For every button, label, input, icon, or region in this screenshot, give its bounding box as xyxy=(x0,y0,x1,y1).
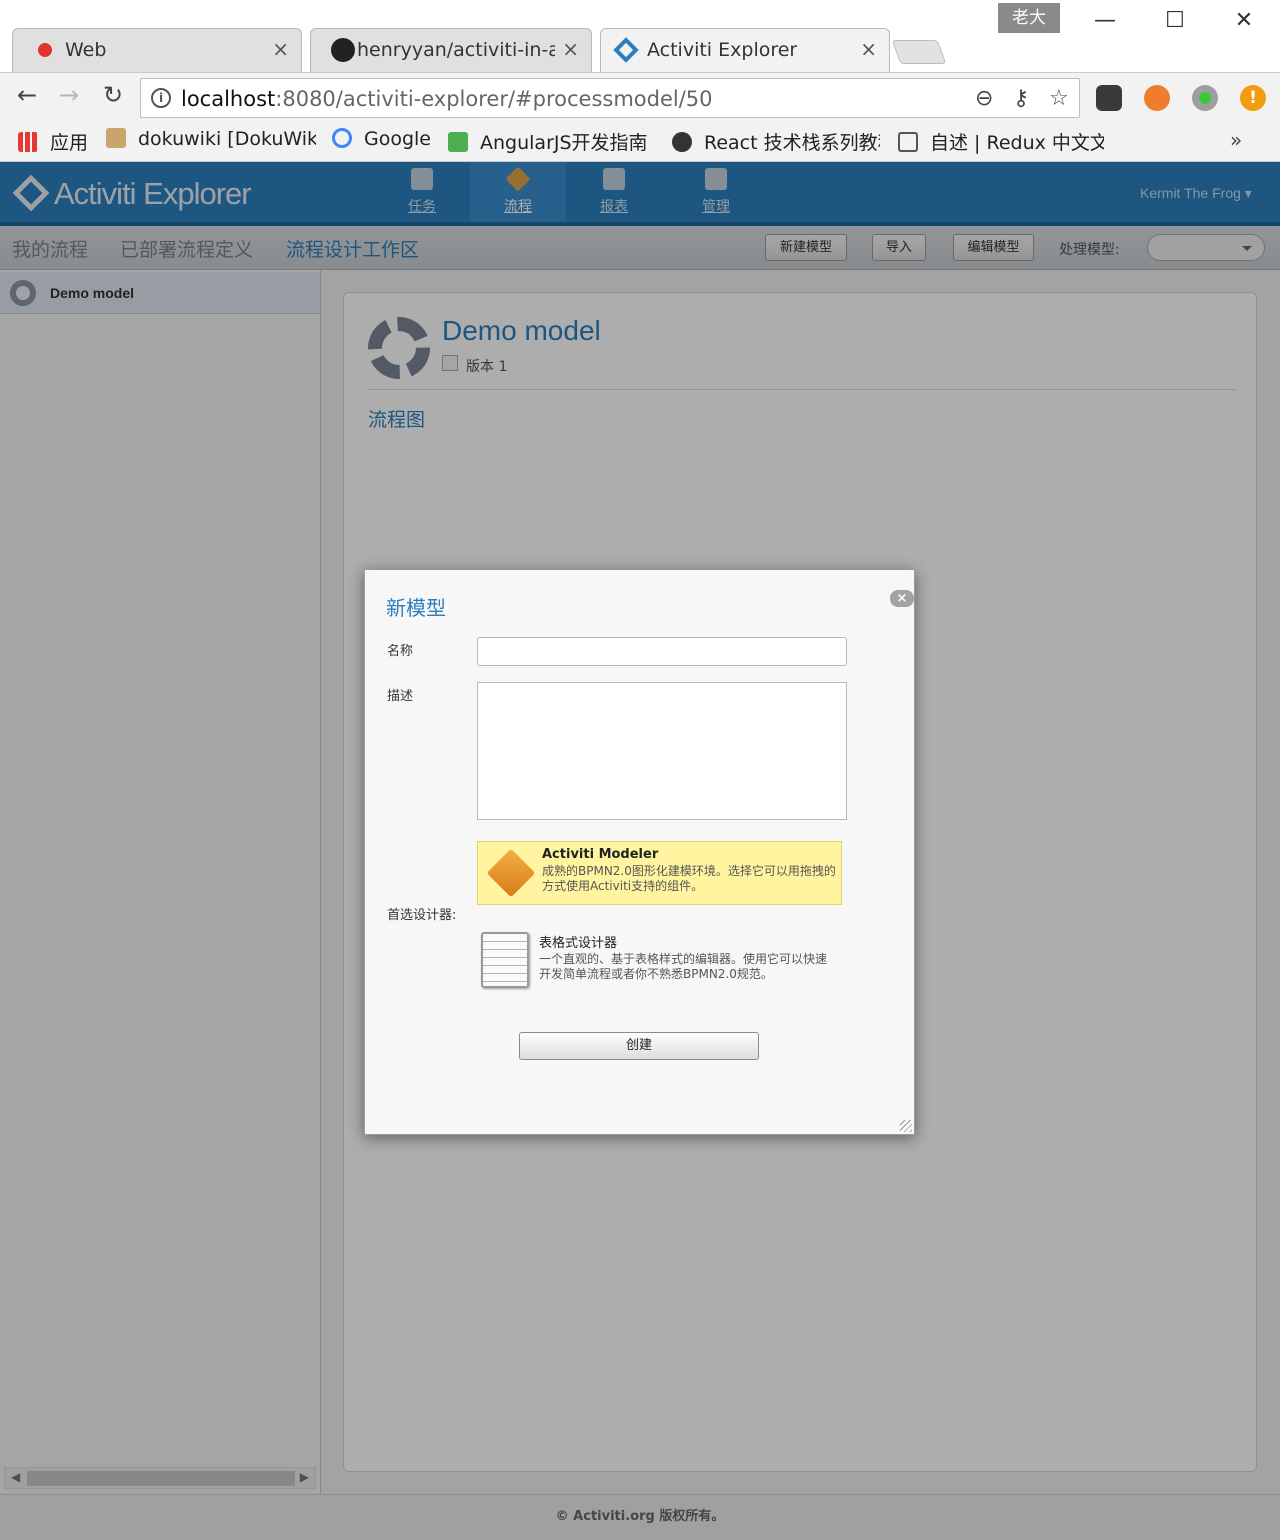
bookmark-label: 应用 xyxy=(50,132,89,154)
window-close-icon[interactable]: ✕ xyxy=(1224,8,1264,33)
bookmark-label: AngularJS开发指南 ᴾ xyxy=(480,132,654,154)
title-bar: Web × henryyan/activiti-in-act × Activit… xyxy=(0,0,1280,72)
more-bookmarks-button[interactable]: » xyxy=(1230,128,1242,152)
bookmark-label: React 技术栈系列教程 xyxy=(704,132,880,154)
bookmark-apps[interactable]: 应用 xyxy=(18,128,88,155)
browser-toolbar: ← → ↻ i localhost:8080/activiti-explorer… xyxy=(0,72,1280,122)
maximize-icon[interactable]: ☐ xyxy=(1155,8,1195,33)
address-bar[interactable]: i localhost:8080/activiti-explorer/#proc… xyxy=(140,78,1080,118)
book-icon xyxy=(898,132,918,152)
back-arrow-icon[interactable]: ← xyxy=(10,81,44,109)
close-icon[interactable]: × xyxy=(272,37,289,61)
forward-arrow-icon[interactable]: → xyxy=(52,81,86,109)
bookmark-dokuwiki[interactable]: dokuwiki [DokuWik xyxy=(106,128,316,150)
url-host: localhost xyxy=(181,87,276,111)
status-extension-icon[interactable] xyxy=(1192,85,1218,111)
option-title: 表格式设计器 xyxy=(539,936,618,951)
evernote-icon[interactable] xyxy=(1096,85,1122,111)
profile-badge[interactable]: 老大 xyxy=(998,3,1060,33)
resize-grip-icon[interactable] xyxy=(900,1120,912,1132)
new-tab-button[interactable] xyxy=(891,40,947,64)
info-icon[interactable]: i xyxy=(151,88,171,108)
bookmark-label: Google xyxy=(364,128,432,150)
key-icon[interactable]: ⚷ xyxy=(1013,86,1029,111)
bookmark-react[interactable]: React 技术栈系列教程 xyxy=(672,128,880,155)
bookmark-label: 自述 | Redux 中文文 xyxy=(930,132,1104,154)
tab-activiti-explorer[interactable]: Activiti Explorer × xyxy=(600,28,890,72)
bookmark-google[interactable]: Google xyxy=(332,128,431,150)
browser-chrome: Web × henryyan/activiti-in-act × Activit… xyxy=(0,0,1280,162)
apps-grid-icon xyxy=(18,132,38,152)
table-icon xyxy=(481,932,529,988)
option-description: 一个直观的、基于表格样式的编辑器。使用它可以快速开发简单流程或者你不熟悉BPMN… xyxy=(539,952,828,981)
new-model-dialog: × 新模型 名称 描述 首选设计器: Activiti Modeler 成熟的B… xyxy=(364,569,915,1135)
alert-icon[interactable]: ! xyxy=(1240,85,1266,111)
huawei-icon xyxy=(33,38,57,62)
designer-option-activiti-modeler[interactable]: Activiti Modeler 成熟的BPMN2.0图形化建模环境。选择它可以… xyxy=(477,841,842,905)
close-icon[interactable]: × xyxy=(890,590,914,607)
close-icon[interactable]: × xyxy=(860,37,877,61)
react-icon xyxy=(672,132,692,152)
tab-title: Web xyxy=(65,39,107,61)
tab-web[interactable]: Web × xyxy=(12,28,302,72)
github-icon xyxy=(331,38,355,62)
description-label: 描述 xyxy=(387,689,414,704)
star-icon[interactable]: ☆ xyxy=(1049,86,1069,111)
tab-github[interactable]: henryyan/activiti-in-act × xyxy=(310,28,592,72)
designer-option-table-editor[interactable]: 表格式设计器 一个直观的、基于表格样式的编辑器。使用它可以快速开发简单流程或者你… xyxy=(477,928,842,992)
option-description: 成熟的BPMN2.0图形化建模环境。选择它可以用拖拽的方式使用Activiti支… xyxy=(542,864,836,893)
url-path: :8080/activiti-explorer/#processmodel/50 xyxy=(275,87,713,111)
name-field[interactable] xyxy=(477,637,847,666)
reload-icon[interactable]: ↻ xyxy=(96,81,130,109)
angularjs-icon xyxy=(448,132,468,152)
dialog-title: 新模型 xyxy=(386,596,446,620)
description-field[interactable] xyxy=(477,682,847,820)
tab-title: henryyan/activiti-in-act xyxy=(357,39,555,61)
bookmark-redux[interactable]: 自述 | Redux 中文文 xyxy=(898,128,1104,155)
minimize-icon[interactable]: — xyxy=(1085,8,1125,33)
google-icon xyxy=(332,128,352,148)
modeler-icon xyxy=(486,848,536,898)
bookmark-angularjs[interactable]: AngularJS开发指南 ᴾ xyxy=(448,128,654,155)
zoom-icon[interactable]: ⊖ xyxy=(975,86,993,111)
name-label: 名称 xyxy=(387,644,414,659)
close-icon[interactable]: × xyxy=(562,37,579,61)
create-button[interactable]: 创建 xyxy=(519,1032,759,1060)
bookmark-label: dokuwiki [DokuWik xyxy=(138,128,316,150)
bookmarks-bar: 应用 dokuwiki [DokuWik Google AngularJS开发指… xyxy=(0,122,1280,162)
dokuwiki-icon xyxy=(106,128,126,148)
preferred-designer-label: 首选设计器: xyxy=(387,908,457,923)
url-text[interactable]: localhost:8080/activiti-explorer/#proces… xyxy=(181,87,713,111)
option-title: Activiti Modeler xyxy=(542,847,659,862)
extension-icon[interactable] xyxy=(1144,85,1170,111)
activiti-icon xyxy=(613,37,639,63)
tab-title: Activiti Explorer xyxy=(647,39,798,61)
